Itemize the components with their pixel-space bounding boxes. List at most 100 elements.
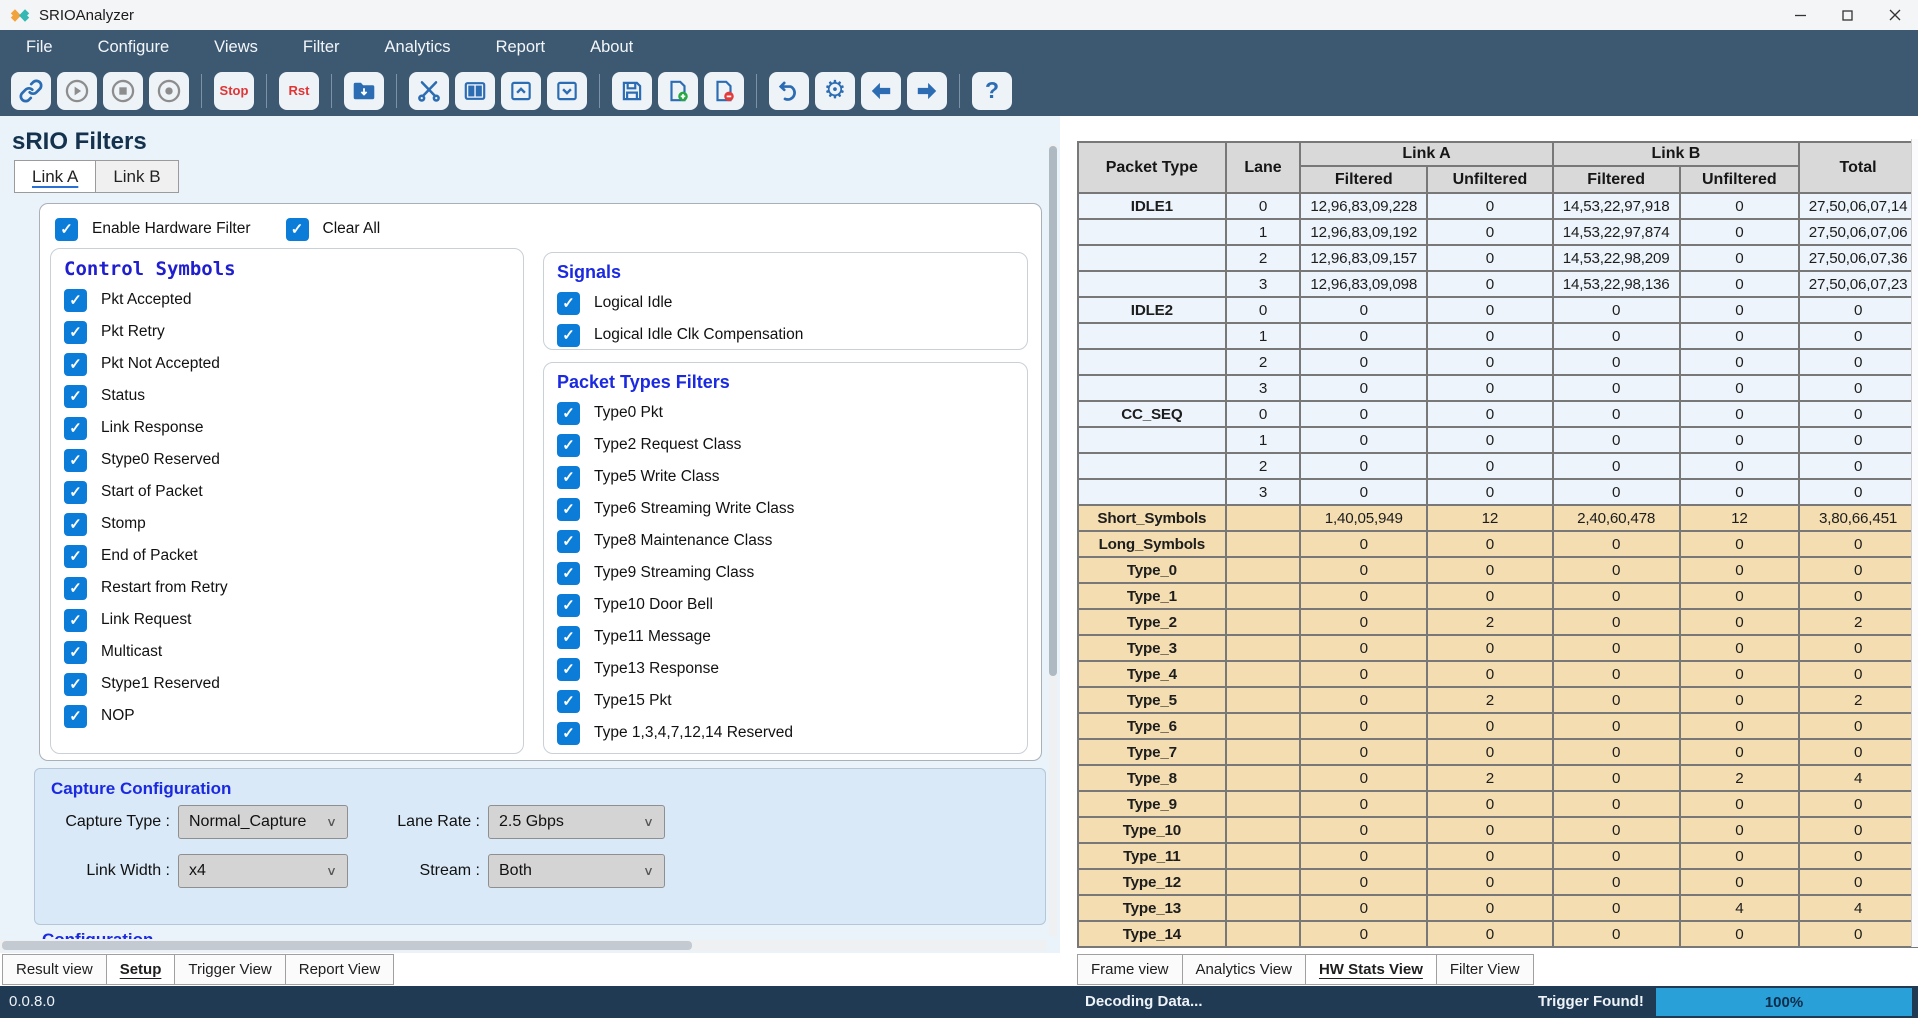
checkbox-checked-icon[interactable]: ✓ [557, 402, 580, 425]
checkbox-type0-pkt[interactable]: ✓Type0 Pkt [544, 397, 1027, 429]
menu-report[interactable]: Report [496, 38, 546, 57]
checkbox-checked-icon[interactable]: ✓ [64, 673, 87, 696]
checkbox-checked-icon[interactable]: ✓ [64, 449, 87, 472]
checkbox-type9-streaming-class[interactable]: ✓Type9 Streaming Class [544, 557, 1027, 589]
checkbox-checked-icon[interactable]: ✓ [286, 218, 309, 241]
checkbox-checked-icon[interactable]: ✓ [64, 321, 87, 344]
minimize-button[interactable] [1777, 0, 1824, 30]
checkbox-checked-icon[interactable]: ✓ [55, 218, 78, 241]
tab-frame-view[interactable]: Frame view [1077, 954, 1183, 985]
checkbox-multicast[interactable]: ✓Multicast [51, 636, 523, 668]
tab-analytics-view[interactable]: Analytics View [1182, 954, 1306, 985]
panel-up-button[interactable] [501, 72, 541, 110]
record-button[interactable] [103, 72, 143, 110]
split-view-button[interactable] [455, 72, 495, 110]
checkbox-clear-all[interactable]: ✓Clear All [286, 213, 381, 245]
hw-stats-table-area[interactable]: Packet TypeLaneLink ALink BTotalFiltered… [1060, 116, 1918, 954]
checkbox-checked-icon[interactable]: ✓ [557, 530, 580, 553]
checkbox-checked-icon[interactable]: ✓ [64, 481, 87, 504]
checkbox-checked-icon[interactable]: ✓ [557, 498, 580, 521]
help-button[interactable]: ? [972, 72, 1012, 110]
horizontal-scrollbar[interactable] [0, 940, 1046, 951]
checkbox-checked-icon[interactable]: ✓ [557, 324, 580, 347]
add-file-button[interactable] [658, 72, 698, 110]
checkbox-checked-icon[interactable]: ✓ [64, 289, 87, 312]
checkbox-checked-icon[interactable]: ✓ [557, 562, 580, 585]
reset-button[interactable]: Rst [279, 72, 319, 110]
checkbox-nop[interactable]: ✓NOP [51, 700, 523, 732]
checkbox-logical-idle-clk-compensation[interactable]: ✓Logical Idle Clk Compensation [544, 319, 1027, 350]
checkbox-checked-icon[interactable]: ✓ [557, 626, 580, 649]
back-button[interactable] [861, 72, 901, 110]
menu-file[interactable]: File [26, 38, 53, 57]
checkbox-type13-response[interactable]: ✓Type13 Response [544, 653, 1027, 685]
tab-result-view[interactable]: Result view [2, 954, 107, 985]
lane-rate-dropdown[interactable]: 2.5 Gbps∨ [488, 805, 665, 839]
horizontal-scrollbar-thumb[interactable] [2, 941, 692, 950]
checkbox-stomp[interactable]: ✓Stomp [51, 508, 523, 540]
checkbox-checked-icon[interactable]: ✓ [64, 513, 87, 536]
checkbox-stype1-reserved[interactable]: ✓Stype1 Reserved [51, 668, 523, 700]
remove-file-button[interactable] [704, 72, 744, 110]
tools-button[interactable] [409, 72, 449, 110]
link-width-dropdown[interactable]: x4∨ [178, 854, 348, 888]
checkbox-checked-icon[interactable]: ✓ [557, 722, 580, 745]
tab-hw-stats-view[interactable]: HW Stats View [1305, 954, 1437, 985]
checkbox-status[interactable]: ✓Status [51, 380, 523, 412]
checkbox-type10-door-bell[interactable]: ✓Type10 Door Bell [544, 589, 1027, 621]
settings-button[interactable]: ⚙ [815, 72, 855, 110]
checkbox-stype0-reserved[interactable]: ✓Stype0 Reserved [51, 444, 523, 476]
checkbox-checked-icon[interactable]: ✓ [557, 658, 580, 681]
menu-views[interactable]: Views [214, 38, 258, 57]
tab-setup[interactable]: Setup [106, 954, 176, 985]
checkbox-checked-icon[interactable]: ✓ [64, 577, 87, 600]
checkbox-pkt-accepted[interactable]: ✓Pkt Accepted [51, 284, 523, 316]
undo-button[interactable] [769, 72, 809, 110]
close-button[interactable] [1871, 0, 1918, 30]
checkbox-checked-icon[interactable]: ✓ [64, 545, 87, 568]
checkbox-checked-icon[interactable]: ✓ [64, 385, 87, 408]
tab-report-view[interactable]: Report View [285, 954, 394, 985]
table-right-scrollbar[interactable] [1911, 139, 1918, 947]
checkbox-checked-icon[interactable]: ✓ [557, 594, 580, 617]
forward-button[interactable] [907, 72, 947, 110]
checkbox-link-request[interactable]: ✓Link Request [51, 604, 523, 636]
checkbox-pkt-retry[interactable]: ✓Pkt Retry [51, 316, 523, 348]
panel-down-button[interactable] [547, 72, 587, 110]
checkbox-type11-message[interactable]: ✓Type11 Message [544, 621, 1027, 653]
tab-link-a[interactable]: Link A [14, 160, 96, 193]
import-button[interactable] [344, 72, 384, 110]
maximize-button[interactable] [1824, 0, 1871, 30]
run-button[interactable] [57, 72, 97, 110]
checkbox-type5-write-class[interactable]: ✓Type5 Write Class [544, 461, 1027, 493]
checkbox-type8-maintenance-class[interactable]: ✓Type8 Maintenance Class [544, 525, 1027, 557]
menu-analytics[interactable]: Analytics [385, 38, 451, 57]
tab-link-b[interactable]: Link B [95, 160, 178, 193]
checkbox-link-response[interactable]: ✓Link Response [51, 412, 523, 444]
vertical-scrollbar-thumb[interactable] [1049, 146, 1057, 676]
checkbox-checked-icon[interactable]: ✓ [557, 466, 580, 489]
checkbox-checked-icon[interactable]: ✓ [557, 434, 580, 457]
stream-dropdown[interactable]: Both∨ [488, 854, 665, 888]
checkbox-pkt-not-accepted[interactable]: ✓Pkt Not Accepted [51, 348, 523, 380]
capture-button[interactable] [149, 72, 189, 110]
save-button[interactable] [612, 72, 652, 110]
checkbox-type-1-3-4-7-12-14-reserved[interactable]: ✓Type 1,3,4,7,12,14 Reserved [544, 717, 1027, 749]
checkbox-enable-hardware-filter[interactable]: ✓Enable Hardware Filter [55, 213, 251, 245]
checkbox-checked-icon[interactable]: ✓ [64, 641, 87, 664]
stop-button[interactable]: Stop [214, 72, 254, 110]
checkbox-restart-from-retry[interactable]: ✓Restart from Retry [51, 572, 523, 604]
vertical-scrollbar[interactable] [1049, 144, 1057, 936]
tab-trigger-view[interactable]: Trigger View [174, 954, 285, 985]
checkbox-checked-icon[interactable]: ✓ [64, 353, 87, 376]
checkbox-start-of-packet[interactable]: ✓Start of Packet [51, 476, 523, 508]
capture-type-dropdown[interactable]: Normal_Capture∨ [178, 805, 348, 839]
checkbox-checked-icon[interactable]: ✓ [557, 690, 580, 713]
checkbox-checked-icon[interactable]: ✓ [557, 292, 580, 315]
checkbox-checked-icon[interactable]: ✓ [64, 609, 87, 632]
checkbox-end-of-packet[interactable]: ✓End of Packet [51, 540, 523, 572]
connect-button[interactable] [11, 72, 51, 110]
checkbox-checked-icon[interactable]: ✓ [64, 417, 87, 440]
checkbox-checked-icon[interactable]: ✓ [64, 705, 87, 728]
menu-about[interactable]: About [590, 38, 633, 57]
